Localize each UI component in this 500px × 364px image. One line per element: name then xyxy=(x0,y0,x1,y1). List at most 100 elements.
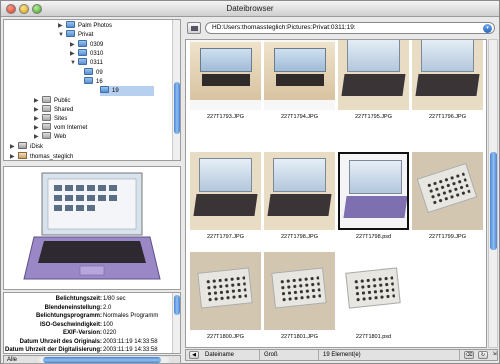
thumbnail-item[interactable]: 227T1799.JPG xyxy=(411,152,484,248)
filter-label[interactable]: Alle xyxy=(7,357,17,363)
left-status-bar: Alle xyxy=(3,355,181,364)
left-pane: ▶ Palm Photos ▼ Privat ▶ 0309 ▶ 0310 ▼ 0311 09 16 19… xyxy=(3,19,181,364)
tree-item-label: vom Internet xyxy=(54,125,88,131)
preview-laptop-image xyxy=(23,172,161,280)
tree-item-label: 0309 xyxy=(90,42,104,48)
exif-value: 2003:11:19 14:33:58 xyxy=(103,347,158,353)
thumbnail-filename[interactable]: 227T1801.JPG xyxy=(263,334,336,340)
thumbnail-image[interactable] xyxy=(264,152,335,230)
window-title: Dateibrowser xyxy=(226,4,274,13)
tree-item[interactable]: ▶ iDisk xyxy=(10,142,43,152)
sort-popup[interactable]: Dateiname xyxy=(202,350,260,360)
thumbnail-item[interactable]: 227T1800.JPG xyxy=(189,252,262,347)
thumbnail-filename[interactable]: 227T1798.JPG xyxy=(263,234,336,240)
folder-icon xyxy=(66,30,75,37)
thumbnail-item[interactable]: 227T1796.JPG xyxy=(411,40,484,128)
thumbnail-image[interactable] xyxy=(190,40,261,110)
exif-info-panel: Belichtungszeit: 1/80 sec Blendeneinstellu… xyxy=(3,292,181,354)
path-toolbar: HD:Users:thomassteglich:Pictures:Privat:… xyxy=(184,19,499,37)
folder-icon xyxy=(42,105,51,112)
folder-icon xyxy=(78,49,87,56)
tree-item[interactable]: 19 xyxy=(100,86,154,96)
tree-item[interactable]: ▶ thomas_steglich xyxy=(10,152,74,160)
thumbnail-grid: 227T1793.JPG 227T1794.JPG 227T1795.JPG 227T… xyxy=(185,39,487,348)
thumbnail-item[interactable]: 227T1801.psd xyxy=(337,252,410,347)
tree-item-label: Palm Photos xyxy=(78,23,113,29)
thumbnail-image[interactable] xyxy=(190,152,261,230)
thumbnail-image[interactable] xyxy=(412,152,483,230)
thumbnail-image[interactable] xyxy=(338,152,409,230)
thumbnail-image[interactable] xyxy=(190,252,261,330)
thumbnail-filename[interactable]: 227T1793.JPG xyxy=(189,114,262,120)
resize-grip-icon[interactable]: ⇲ xyxy=(491,351,498,359)
disclosure-closed-icon[interactable]: ▶ xyxy=(34,132,42,142)
folder-icon xyxy=(42,132,51,139)
home-icon xyxy=(18,152,27,159)
disclosure-closed-icon[interactable]: ▶ xyxy=(10,152,18,160)
popup-arrows-icon[interactable]: ▾ xyxy=(483,24,492,33)
grid-scrollbar[interactable] xyxy=(488,39,498,348)
tree-item-label: Sites xyxy=(54,116,68,122)
image-preview xyxy=(3,166,181,290)
left-horizontal-thumb[interactable] xyxy=(43,357,161,363)
exif-row: Datum Uhrzeit der Digitalisierung: 2003:1… xyxy=(4,346,174,353)
thumbnail-item[interactable]: 227T1801.JPG xyxy=(263,252,336,347)
item-count: 19 Element(e) xyxy=(320,350,460,360)
tree-item-label: Public xyxy=(54,98,71,104)
thumbnail-filename[interactable]: 227T1797.JPG xyxy=(189,234,262,240)
grid-scroll-thumb[interactable] xyxy=(490,152,497,250)
thumbnail-filename[interactable]: 227T1796.JPG xyxy=(411,114,484,120)
disclosure-open-icon[interactable]: ▼ xyxy=(70,58,78,68)
toggle-panel-button[interactable] xyxy=(187,22,201,34)
trash-icon[interactable]: ⌫ xyxy=(464,351,474,359)
folder-tree: ▶ Palm Photos ▼ Privat ▶ 0309 ▶ 0310 ▼ 0311 09 16 19… xyxy=(3,19,181,161)
panel-icon xyxy=(191,26,198,31)
tree-scroll-thumb[interactable] xyxy=(174,82,180,134)
tree-item[interactable]: ▶ Web xyxy=(34,132,66,142)
thumbnail-item[interactable]: 227T1797.JPG xyxy=(189,152,262,248)
tree-item-label: Shared xyxy=(54,107,74,113)
disclosure-open-icon[interactable]: ▼ xyxy=(58,30,66,40)
rotate-icon[interactable]: ↻ xyxy=(478,351,488,359)
tree-item[interactable]: ▼ Privat xyxy=(58,30,93,40)
thumbnail-filename[interactable]: 227T1799.JPG xyxy=(411,234,484,240)
thumbnail-filename[interactable]: 227T1798.psd xyxy=(337,234,410,240)
tree-item-label: 09 xyxy=(96,70,103,76)
thumbnail-image[interactable] xyxy=(264,40,335,110)
tree-item-label: 0311 xyxy=(90,60,103,66)
scroll-left-icon[interactable]: ◀ xyxy=(189,351,199,359)
thumbnail-item[interactable]: 227T1795.JPG xyxy=(337,40,410,128)
folder-icon xyxy=(100,86,109,93)
thumbnail-filename[interactable]: 227T1795.JPG xyxy=(337,114,410,120)
folder-icon xyxy=(42,96,51,103)
thumbnail-item[interactable]: 227T1798.JPG xyxy=(263,152,336,248)
tree-item-label: 16 xyxy=(96,79,103,85)
info-scroll-thumb[interactable] xyxy=(174,295,180,315)
thumbnail-item[interactable]: 227T1793.JPG xyxy=(189,40,262,128)
thumbnail-image[interactable] xyxy=(412,40,483,110)
tree-item[interactable]: ▼ 0311 xyxy=(70,58,103,68)
folder-icon xyxy=(66,21,75,28)
folder-icon xyxy=(78,58,87,65)
thumbnail-image[interactable] xyxy=(264,252,335,330)
thumbnail-filename[interactable]: 227T1794.JPG xyxy=(263,114,336,120)
folder-icon xyxy=(84,68,93,75)
size-label: Groß xyxy=(264,352,278,358)
browser-window: Dateibrowser ▶ Palm Photos ▼ Privat ▶ 0309 ▶ 03… xyxy=(0,0,500,364)
size-popup[interactable]: Groß xyxy=(261,350,319,360)
tree-scrollbar[interactable] xyxy=(172,20,180,160)
thumbnail-filename[interactable]: 227T1800.JPG xyxy=(189,334,262,340)
thumbnail-item[interactable]: 227T1794.JPG xyxy=(263,40,336,128)
thumbnail-image[interactable] xyxy=(338,252,409,330)
tree-item-label: thomas_steglich xyxy=(30,154,74,160)
path-popup[interactable]: HD:Users:thomassteglich:Pictures:Privat:… xyxy=(205,22,495,34)
folder-icon xyxy=(84,77,93,84)
tree-item-label: iDisk xyxy=(30,144,43,150)
left-horizontal-scrollbar[interactable] xyxy=(39,357,169,363)
grid-status-bar: ◀ Dateiname Groß 19 Element(e) ⌫ ↻ ⇲ xyxy=(185,349,498,361)
thumbnail-image[interactable] xyxy=(338,40,409,110)
item-count-label: 19 Element(e) xyxy=(323,352,361,358)
thumbnail-filename[interactable]: 227T1801.psd xyxy=(337,334,410,340)
thumbnail-item[interactable]: 227T1798.psd xyxy=(337,152,410,248)
disclosure-closed-icon[interactable]: ▶ xyxy=(10,142,18,152)
